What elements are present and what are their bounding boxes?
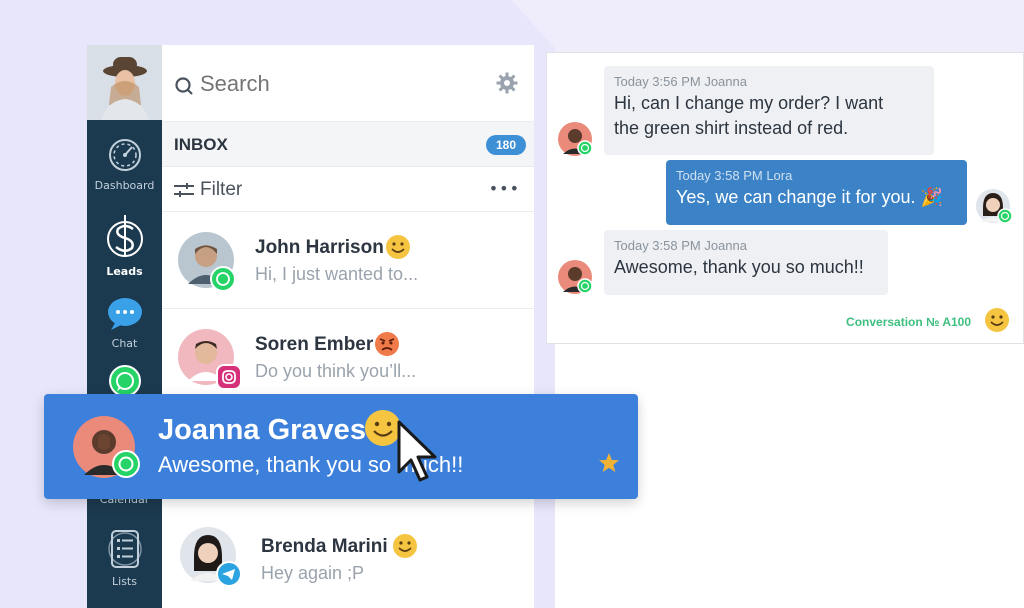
dollar-icon bbox=[106, 215, 143, 257]
message-text: the green shirt instead of red. bbox=[614, 118, 849, 138]
message-text: Awesome, thank you so much!! bbox=[614, 257, 864, 277]
inbox-count-badge: 180 bbox=[485, 135, 526, 155]
conversation-name: Brenda Marini bbox=[261, 536, 388, 557]
dashboard-gauge-icon bbox=[108, 139, 141, 171]
mouse-cursor-icon bbox=[397, 420, 437, 482]
whatsapp-icon bbox=[577, 278, 593, 294]
profile-avatar[interactable] bbox=[87, 45, 162, 120]
instagram-icon bbox=[216, 364, 242, 390]
message-bubble-incoming: Today 3:56 PM Joanna Hi, can I change my… bbox=[604, 66, 934, 155]
sidebar-item-label: Chat bbox=[111, 337, 138, 350]
smile-emoji-icon bbox=[393, 534, 417, 558]
telegram-icon bbox=[216, 561, 242, 587]
conversation-item[interactable]: Soren Ember Do you think you’ll... bbox=[162, 309, 534, 406]
smile-emoji-icon[interactable] bbox=[984, 307, 1010, 333]
inbox-header[interactable]: INBOX 180 bbox=[162, 122, 534, 167]
whatsapp-icon bbox=[108, 365, 141, 397]
conversation-name: John Harrison bbox=[255, 237, 384, 258]
message-bubble-incoming: Today 3:58 PM Joanna Awesome, thank you … bbox=[604, 230, 888, 295]
conversation-item-selected[interactable]: Joanna Graves Awesome, thank you so much… bbox=[44, 394, 638, 499]
conversation-preview: Do you think you’ll... bbox=[255, 361, 417, 381]
conversation-name: Joanna Graves bbox=[158, 414, 366, 446]
message-meta: Today 3:58 PM Lora bbox=[676, 168, 793, 183]
conversation-number: Conversation № A100 bbox=[846, 315, 971, 329]
message-bubble-outgoing: Today 3:58 PM Lora Yes, we can change it… bbox=[666, 160, 967, 225]
search-bar bbox=[162, 45, 534, 122]
inbox-title: INBOX bbox=[174, 135, 228, 154]
whatsapp-icon bbox=[577, 140, 593, 156]
smile-emoji-icon bbox=[386, 235, 410, 259]
sidebar: Dashboard Leads Chat Calendar Lists bbox=[87, 45, 162, 608]
whatsapp-icon bbox=[210, 266, 236, 292]
conversation-item[interactable]: John Harrison Hi, I just wanted to... bbox=[162, 212, 534, 309]
message-meta: Today 3:56 PM Joanna bbox=[614, 74, 747, 89]
whatsapp-icon bbox=[112, 450, 140, 478]
message-text: Yes, we can change it for you. 🎉 bbox=[676, 187, 943, 207]
inbox-panel: INBOX 180 Filter ••• John Harrison bbox=[162, 45, 534, 608]
list-icon bbox=[107, 530, 142, 568]
more-options-button[interactable]: ••• bbox=[489, 179, 520, 198]
conversation-item[interactable]: Brenda Marini Hey again ;P bbox=[162, 507, 534, 604]
sidebar-item-label: Lists bbox=[112, 575, 137, 588]
conversation-preview: Hey again ;P bbox=[261, 563, 365, 583]
conversation-preview: Hi, I just wanted to... bbox=[255, 264, 419, 284]
chat-bubble-icon bbox=[107, 298, 142, 330]
sidebar-item-chat[interactable]: Chat bbox=[87, 297, 162, 350]
filter-label: Filter bbox=[200, 179, 243, 200]
sidebar-item-dashboard[interactable]: Dashboard bbox=[87, 137, 162, 192]
filter-bar[interactable]: Filter ••• bbox=[162, 167, 534, 212]
gear-icon[interactable] bbox=[496, 72, 518, 94]
sidebar-item-lists[interactable]: Lists bbox=[87, 529, 162, 588]
angry-emoji-icon bbox=[375, 332, 399, 356]
sidebar-item-leads[interactable]: Leads bbox=[87, 213, 162, 278]
filter-sliders-icon bbox=[174, 183, 194, 197]
chat-panel: Today 3:56 PM Joanna Hi, can I change my… bbox=[546, 52, 1024, 344]
whatsapp-icon bbox=[997, 208, 1013, 224]
profile-photo-icon bbox=[87, 45, 162, 120]
star-icon[interactable] bbox=[598, 452, 620, 474]
message-meta: Today 3:58 PM Joanna bbox=[614, 238, 747, 253]
sidebar-item-label: Dashboard bbox=[94, 179, 155, 192]
search-icon bbox=[175, 77, 193, 95]
search-input[interactable] bbox=[200, 70, 480, 98]
conversation-name: Soren Ember bbox=[255, 334, 374, 355]
message-text: Hi, can I change my order? I want bbox=[614, 93, 884, 113]
sidebar-item-label: Leads bbox=[106, 265, 143, 278]
